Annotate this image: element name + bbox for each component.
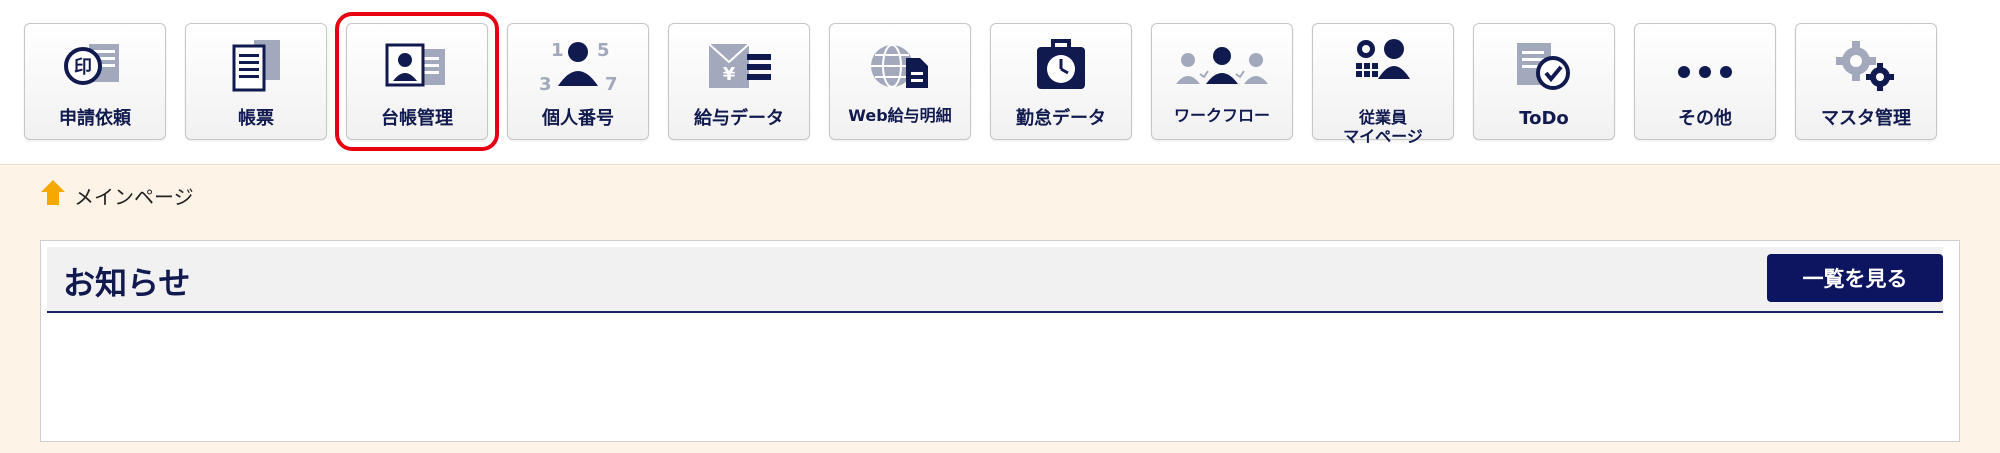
globe-document-icon [830,38,970,94]
nav-tile-personal-number[interactable]: 1 5 3 7 個人番号 [507,23,649,140]
nav-tile-other[interactable]: その他 [1634,23,1776,140]
breadcrumb: メインページ [40,179,194,212]
more-dots-icon [1635,38,1775,94]
nav-tile-label: 給与データ [694,108,784,129]
person-number-icon: 1 5 3 7 [508,38,648,94]
nav-tile-label: マスタ管理 [1821,108,1911,129]
nav-tile-todo[interactable]: ToDo [1473,23,1615,140]
notices-panel: お知らせ 一覧を見る [40,240,1960,442]
nav-tile-label: 申請依頼 [59,108,131,129]
document-list-icon [186,38,326,94]
breadcrumb-main-page[interactable]: メインページ [74,181,194,210]
nav-tile-payroll-data[interactable]: ¥ 給与データ [668,23,810,140]
nav-tile-application-request[interactable]: 印 申請依頼 [24,23,166,140]
gears-icon [1796,38,1936,94]
home-icon[interactable] [40,179,66,212]
view-all-notices-button[interactable]: 一覧を見る [1767,254,1943,302]
nav-tile-label: 台帳管理 [381,108,453,129]
notices-header: お知らせ 一覧を見る [47,247,1943,313]
nav-tile-label: Web給与明細 [848,105,952,125]
nav-tile-employee-mypage[interactable]: 従業員 マイページ [1312,23,1454,146]
nav-tile-attendance-data[interactable]: 勤怠データ [990,23,1132,140]
yen-envelope-icon: ¥ [669,38,809,94]
people-flow-icon [1152,38,1292,94]
nav-tile-label: その他 [1678,108,1732,129]
stamp-document-icon: 印 [25,38,165,94]
nav-tile-label: 個人番号 [542,108,614,129]
nav-tile-forms[interactable]: 帳票 [185,23,327,140]
nav-tile-workflow[interactable]: ワークフロー [1151,23,1293,140]
nav-tile-ledger-management[interactable]: 台帳管理 [335,12,499,151]
todo-check-icon [1474,38,1614,94]
nav-tile-label: 帳票 [238,108,274,129]
nav-tile-master-management[interactable]: マスタ管理 [1795,23,1937,140]
svg-text:5: 5 [597,40,610,61]
nav-tile-label: ToDo [1519,108,1569,129]
nav-tile-label: 従業員 マイページ [1343,108,1423,146]
svg-text:7: 7 [605,74,618,94]
ledger-person-icon [347,38,487,94]
nav-tile-label: 勤怠データ [1016,108,1106,129]
svg-text:1: 1 [551,40,564,61]
nav-tile-web-payslip[interactable]: Web給与明細 [829,23,971,140]
clock-icon [991,38,1131,94]
nav-tile-label: ワークフロー [1173,105,1270,125]
svg-text:¥: ¥ [723,64,736,85]
main-nav-toolbar: 印 申請依頼 帳票 台帳管理 1 5 3 7 個人番号 ¥ 給与データ Web給… [0,0,2000,165]
svg-text:3: 3 [539,74,552,94]
notices-title: お知らせ [63,264,191,302]
employee-gear-icon [1313,32,1453,88]
svg-text:印: 印 [74,57,92,78]
